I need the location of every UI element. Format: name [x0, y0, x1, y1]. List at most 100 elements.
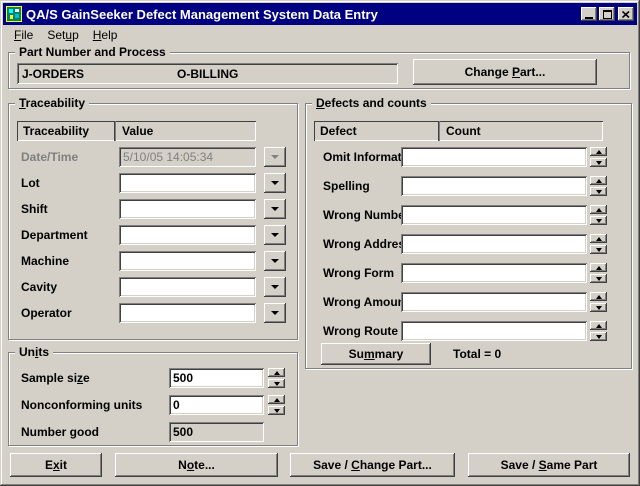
arrow-up-icon	[596, 295, 602, 299]
traceability-field-operator[interactable]	[119, 303, 256, 323]
traceability-label-cavity: Cavity	[21, 277, 57, 297]
spin-down-button[interactable]	[590, 216, 607, 225]
traceability-label-department: Department	[21, 225, 88, 245]
traceability-group-label: Traceability	[15, 96, 89, 110]
defect-spinner-wrong-route	[590, 321, 607, 341]
part-number-value: J-ORDERS	[22, 67, 84, 81]
note-button[interactable]: Note...	[115, 453, 278, 477]
nonconforming-units-field[interactable]	[169, 395, 264, 415]
traceability-label-lot: Lot	[21, 173, 40, 193]
defect-spinner-wrong-address	[590, 234, 607, 254]
change-part-button[interactable]: Change Part...	[413, 59, 597, 85]
close-button[interactable]	[618, 7, 634, 21]
arrow-down-icon	[596, 190, 602, 194]
spin-down-button[interactable]	[590, 158, 607, 167]
sample-size-field[interactable]	[169, 368, 264, 388]
maximize-button[interactable]	[599, 7, 615, 21]
units-group: Units Sample size Nonconforming units Nu…	[8, 352, 298, 446]
defect-label-wrong-form: Wrong Form	[323, 263, 394, 283]
spin-down-button[interactable]	[590, 274, 607, 283]
arrow-down-icon	[274, 382, 280, 386]
traceability-field-machine[interactable]	[119, 251, 256, 271]
arrow-up-icon	[596, 324, 602, 328]
app-icon	[6, 6, 22, 22]
traceability-field-shift[interactable]	[119, 199, 256, 219]
title-bar: QA/S GainSeeker Defect Management System…	[3, 3, 637, 25]
defect-count-wrong-number[interactable]	[401, 205, 587, 225]
chevron-down-icon	[271, 259, 279, 263]
spin-up-button[interactable]	[268, 368, 285, 377]
menu-bar: File Setup Help	[3, 25, 637, 45]
traceability-dropdown-cavity[interactable]	[264, 277, 286, 297]
arrow-down-icon	[596, 335, 602, 339]
spin-down-button[interactable]	[590, 303, 607, 312]
spin-down-button[interactable]	[590, 187, 607, 196]
traceability-field-lot[interactable]	[119, 173, 256, 193]
defect-count-spelling[interactable]	[401, 176, 587, 196]
defect-count-wrong-form[interactable]	[401, 263, 587, 283]
spin-up-button[interactable]	[590, 263, 607, 272]
defect-count-omit-information[interactable]	[401, 147, 587, 167]
defect-label-wrong-number: Wrong Number	[323, 205, 409, 225]
spin-down-button[interactable]	[590, 332, 607, 341]
defect-spinner-wrong-amount	[590, 292, 607, 312]
traceability-dropdown-machine[interactable]	[264, 251, 286, 271]
summary-button[interactable]: Summary	[321, 343, 431, 365]
menu-setup[interactable]: Setup	[40, 26, 85, 44]
chevron-down-icon	[271, 155, 279, 159]
chevron-down-icon	[271, 285, 279, 289]
arrow-down-icon	[596, 248, 602, 252]
nonconforming-units-label: Nonconforming units	[21, 395, 142, 415]
arrow-down-icon	[596, 161, 602, 165]
defect-count-wrong-address[interactable]	[401, 234, 587, 254]
defect-spinner-wrong-form	[590, 263, 607, 283]
traceability-group: Traceability Traceability Value Date/Tim…	[8, 103, 298, 340]
nonconforming-units-spinner	[268, 395, 285, 415]
defects-header-col1: Defect	[314, 121, 439, 141]
exit-button[interactable]: Exit	[10, 453, 102, 477]
traceability-dropdown-lot[interactable]	[264, 173, 286, 193]
defect-spinner-spelling	[590, 176, 607, 196]
traceability-field-department[interactable]	[119, 225, 256, 245]
arrow-down-icon	[596, 277, 602, 281]
arrow-up-icon	[596, 179, 602, 183]
number-good-label: Number good	[21, 422, 99, 442]
part-number-group: Part Number and Process J-ORDERS O-BILLI…	[8, 52, 630, 89]
maximize-icon	[603, 10, 612, 19]
minimize-button[interactable]	[581, 7, 597, 21]
traceability-dropdown-datetime	[264, 147, 286, 167]
traceability-label-shift: Shift	[21, 199, 48, 219]
save-change-part-button[interactable]: Save / Change Part...	[290, 453, 455, 477]
spin-up-button[interactable]	[590, 292, 607, 301]
defect-count-wrong-route[interactable]	[401, 321, 587, 341]
traceability-dropdown-shift[interactable]	[264, 199, 286, 219]
arrow-up-icon	[274, 371, 280, 375]
spin-up-button[interactable]	[590, 234, 607, 243]
traceability-dropdown-department[interactable]	[264, 225, 286, 245]
traceability-table-header: Traceability Value	[17, 121, 256, 141]
traceability-field-cavity[interactable]	[119, 277, 256, 297]
spin-down-button[interactable]	[268, 406, 285, 415]
traceability-header-col2: Value	[115, 121, 256, 141]
menu-help[interactable]: Help	[86, 26, 125, 44]
arrow-up-icon	[274, 398, 280, 402]
defect-label-spelling: Spelling	[323, 176, 370, 196]
traceability-dropdown-operator[interactable]	[264, 303, 286, 323]
number-good-field	[169, 422, 264, 442]
arrow-up-icon	[596, 208, 602, 212]
defect-label-wrong-amount: Wrong Amount	[323, 292, 409, 312]
spin-up-button[interactable]	[590, 205, 607, 214]
part-display-field: J-ORDERS O-BILLING	[17, 63, 398, 84]
spin-up-button[interactable]	[268, 395, 285, 404]
spin-down-button[interactable]	[590, 245, 607, 254]
spin-up-button[interactable]	[590, 176, 607, 185]
chevron-down-icon	[271, 233, 279, 237]
spin-up-button[interactable]	[590, 147, 607, 156]
chevron-down-icon	[271, 207, 279, 211]
menu-file[interactable]: File	[7, 26, 40, 44]
spin-up-button[interactable]	[590, 321, 607, 330]
defect-count-wrong-amount[interactable]	[401, 292, 587, 312]
spin-down-button[interactable]	[268, 379, 285, 388]
defect-label-wrong-address: Wrong Address	[323, 234, 412, 254]
save-same-part-button[interactable]: Save / Same Part	[468, 453, 630, 477]
